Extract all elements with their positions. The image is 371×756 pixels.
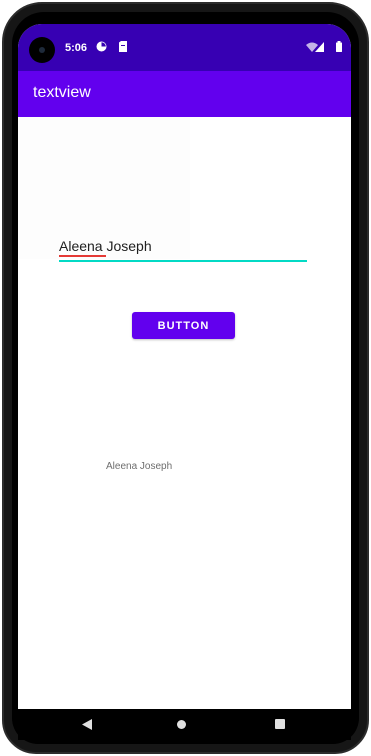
result-text-view: Aleena Joseph [106,461,173,472]
name-input[interactable] [59,236,307,262]
status-time: 5:06 [65,42,88,54]
signal-icon [315,42,324,52]
status-bar: 5:06 [18,24,351,71]
device-screen: 5:06 textview Aleena Joseph BUTTON Aleen… [18,24,351,740]
sync-icon [96,41,107,52]
back-icon[interactable] [82,719,92,730]
recents-icon[interactable] [275,719,285,729]
battery-icon [336,41,342,52]
main-button[interactable]: BUTTON [132,312,235,339]
app-title: textview [33,84,91,101]
sim-card-icon [119,41,127,52]
phone-frame: 5:06 textview Aleena Joseph BUTTON Aleen… [0,0,371,756]
front-camera-icon [29,37,55,63]
app-bar: textview [18,71,351,117]
navigation-bar [18,709,351,740]
home-icon[interactable] [177,720,186,729]
spellcheck-underline [59,255,106,257]
